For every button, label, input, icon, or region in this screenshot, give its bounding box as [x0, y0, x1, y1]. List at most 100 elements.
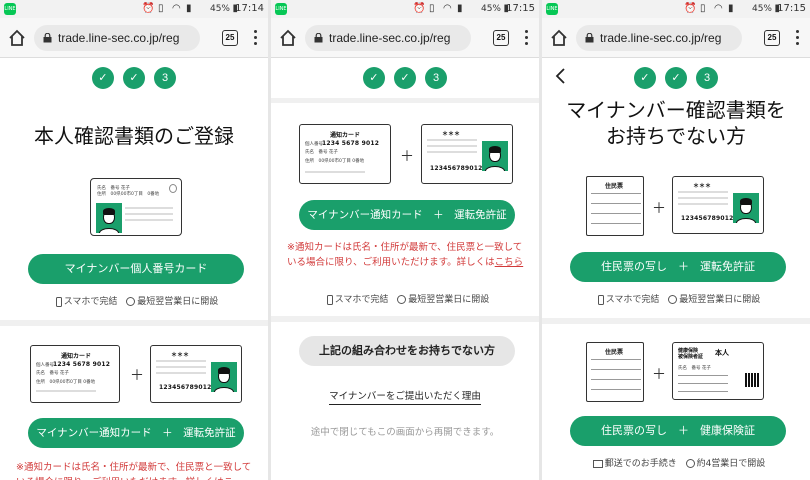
- portrait-icon: [211, 362, 237, 392]
- portrait-icon: [482, 141, 508, 171]
- phone-screen-1: LINE ⏰ ▯ ◠ ▮ 45% ▮ 17:14 trade.line-sec.…: [0, 0, 268, 480]
- step-1-done: ✓: [91, 67, 114, 89]
- juminhyo-title: 住民票: [605, 349, 624, 356]
- reason-link[interactable]: マイナンバーをご提出いただく理由: [271, 388, 539, 405]
- card-addr-text: 住所 00県00市0丁目 0番地: [36, 380, 96, 385]
- card-num-label: 個人番号: [305, 142, 323, 147]
- vibrate-icon: ▯: [429, 3, 435, 14]
- more-menu-icon[interactable]: [796, 30, 800, 46]
- page-content: ✓ ✓ 3 通知カード 個人番号 1234 5678 9012 氏名 番号 花子…: [271, 58, 539, 480]
- qr-code-icon: [745, 373, 759, 387]
- license-stars: ＊＊＊: [693, 183, 712, 190]
- browser-toolbar: trade.line-sec.co.jp/reg 25: [0, 18, 268, 58]
- clock-icon: [397, 295, 407, 304]
- card-title: 通知カード: [330, 132, 361, 139]
- step-2-done: ✓: [123, 67, 145, 89]
- section-divider: [0, 320, 268, 326]
- tabs-icon[interactable]: 25: [764, 30, 780, 46]
- wifi-icon: ◠: [714, 3, 723, 14]
- more-menu-icon[interactable]: [525, 30, 529, 46]
- phone-screen-3: LINE ⏰ ▯ ◠ ▮ 45% ▮ 17:15 trade.line-sec.…: [542, 0, 810, 480]
- juminhyo-illustration: 住民票: [586, 176, 644, 236]
- portrait-icon: [733, 193, 759, 223]
- browser-toolbar: trade.line-sec.co.jp/reg 25: [542, 18, 810, 58]
- lock-icon: [585, 33, 594, 43]
- section-divider: [271, 98, 539, 103]
- meta-mail-text: 郵送でのお手続き: [604, 459, 677, 469]
- vibrate-icon: ▯: [700, 3, 706, 14]
- url-bar[interactable]: trade.line-sec.co.jp/reg: [34, 25, 200, 51]
- meta-clock-text: 最短翌営業日に開設: [137, 297, 219, 307]
- step-3-current: 3: [154, 67, 177, 89]
- mail-icon: [592, 459, 603, 468]
- smartphone-icon: [55, 296, 62, 307]
- drivers-license-illustration: ＊＊＊ 123456789012: [672, 176, 764, 234]
- page-content: ✓ ✓ 3 マイナンバー確認書類を お持ちでない方 住民票 ＋ ＊＊＊ 1234…: [542, 58, 810, 480]
- notification-card-illustration: 通知カード 個人番号 1234 5678 9012 氏名 番号 花子 住所 00…: [299, 124, 391, 184]
- signal-icon: ▮: [457, 3, 463, 14]
- clock-icon: [685, 459, 695, 468]
- plus-sign: ＋: [400, 149, 414, 165]
- smartphone-icon: [597, 294, 604, 305]
- meta-phone-text: スマホで完結: [605, 295, 660, 305]
- phone-screen-2: LINE ⏰ ▯ ◠ ▮ 45% ▮ 17:15 trade.line-sec.…: [271, 0, 539, 480]
- wifi-icon: ◠: [172, 3, 181, 14]
- card-name-text: 氏名 番号 花子: [36, 371, 69, 376]
- signal-icon: ▮: [728, 3, 734, 14]
- browser-toolbar: trade.line-sec.co.jp/reg 25: [271, 18, 539, 58]
- notification-card-illustration: 通知カード 個人番号 1234 5678 9012 氏名 番号 花子 住所 00…: [30, 345, 120, 403]
- tabs-icon[interactable]: 25: [493, 30, 509, 46]
- url-bar[interactable]: trade.line-sec.co.jp/reg: [576, 25, 742, 51]
- meta-clock-text: 最短翌営業日に開設: [408, 295, 490, 305]
- alarm-icon: ⏰: [413, 3, 426, 14]
- more-menu-icon[interactable]: [254, 30, 258, 46]
- mynumber-card-button[interactable]: マイナンバー個人番号カード: [28, 254, 244, 284]
- tabs-icon[interactable]: 25: [222, 30, 238, 46]
- step-2-done: ✓: [394, 67, 416, 89]
- no-combination-button[interactable]: 上記の組み合わせをお持ちでない方: [299, 336, 515, 366]
- status-bar: LINE ⏰ ▯ ◠ ▮ 45% ▮ 17:15: [271, 0, 539, 18]
- notification-license-button[interactable]: マイナンバー通知カード ＋ 運転免許証: [28, 418, 244, 448]
- license-number: 123456789012: [681, 215, 734, 222]
- portrait-icon: [96, 203, 122, 233]
- clock-icon: [668, 295, 678, 304]
- card-addr-text: 住所 00県00市0丁目 0番地: [97, 192, 160, 197]
- url-text: trade.line-sec.co.jp/reg: [600, 31, 722, 45]
- home-icon[interactable]: [279, 29, 297, 47]
- meta-phone-text: スマホで完結: [334, 295, 389, 305]
- plus-sign: ＋: [130, 368, 144, 384]
- face-icon: [169, 184, 177, 193]
- step-1-done: ✓: [633, 67, 656, 89]
- url-bar[interactable]: trade.line-sec.co.jp/reg: [305, 25, 471, 51]
- smartphone-icon: [326, 294, 333, 305]
- meta-phone-text: スマホで完結: [63, 297, 118, 307]
- clock: 17:15: [777, 3, 806, 14]
- url-text: trade.line-sec.co.jp/reg: [329, 31, 451, 45]
- card-num-label: 個人番号: [36, 363, 54, 368]
- clock: 17:15: [506, 3, 535, 14]
- details-link[interactable]: こちら: [495, 257, 524, 268]
- juminhyo-license-button[interactable]: 住民票の写し ＋ 運転免許証: [570, 252, 786, 282]
- home-icon[interactable]: [550, 29, 568, 47]
- insurance-name-text: 氏名 番号 花子: [678, 366, 711, 371]
- notification-card-note: ※通知カードは氏名・住所が最新で、住民票と一致している場合に限り、ご利用いただけ…: [16, 462, 252, 480]
- license-stars: ＊＊＊: [442, 131, 461, 138]
- page-title-line2: お持ちでない方: [606, 124, 746, 148]
- option1-meta: スマホで完結 最短翌営業日に開設: [542, 292, 810, 305]
- juminhyo-insurance-button[interactable]: 住民票の写し ＋ 健康保険証: [570, 416, 786, 446]
- notification-license-button[interactable]: マイナンバー通知カード ＋ 運転免許証: [299, 200, 515, 230]
- home-icon[interactable]: [8, 29, 26, 47]
- line-icon: LINE: [275, 3, 287, 15]
- step-3-current: 3: [696, 67, 719, 89]
- card1-meta: スマホで完結 最短翌営業日に開設: [0, 294, 268, 307]
- alarm-icon: ⏰: [684, 3, 697, 14]
- wifi-icon: ◠: [443, 3, 452, 14]
- license-stars: ＊＊＊: [171, 352, 190, 359]
- page-content: ✓ ✓ 3 本人確認書類のご登録 氏名 番号 花子 住所 00県00市0丁目 0…: [0, 58, 268, 480]
- license-number: 123456789012: [159, 384, 212, 391]
- card-addr-text: 住所 00県00市0丁目 0番地: [305, 159, 365, 164]
- section-divider: [271, 316, 539, 322]
- reason-link-text[interactable]: マイナンバーをご提出いただく理由: [329, 391, 481, 405]
- step-indicator: ✓ ✓ 3: [542, 66, 810, 89]
- clock: 17:14: [235, 3, 264, 14]
